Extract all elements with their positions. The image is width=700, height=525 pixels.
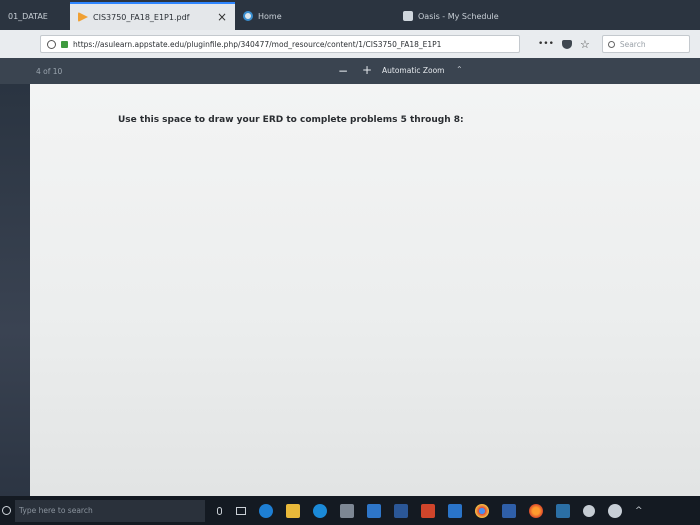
office-icon[interactable]: [421, 503, 435, 518]
chevron-up-icon[interactable]: ^: [635, 506, 643, 516]
tab-oasis[interactable]: Oasis - My Schedule: [395, 2, 700, 30]
url-text: https://asulearn.appstate.edu/pluginfile…: [73, 39, 442, 49]
taskbar-search-placeholder: Type here to search: [19, 506, 93, 515]
gear-icon[interactable]: [583, 504, 595, 517]
word-app-icon[interactable]: [502, 503, 516, 518]
oasis-tab-icon: [403, 11, 413, 21]
pdf-page: Use this space to draw your ERD to compl…: [30, 84, 700, 496]
pdf-toolbar: 4 of 10 − + Automatic Zoom ⌃: [0, 58, 700, 84]
more-icon[interactable]: •••: [538, 39, 554, 49]
pdf-viewer: Use this space to draw your ERD to compl…: [0, 84, 700, 496]
search-placeholder: Search: [619, 39, 646, 49]
word-icon[interactable]: [394, 503, 408, 518]
tab-pdf[interactable]: CIS3750_FA18_E1P1.pdf ×: [70, 2, 235, 30]
xbox-icon[interactable]: [608, 503, 622, 518]
info-icon[interactable]: [47, 39, 56, 49]
task-view-icon[interactable]: [236, 506, 246, 515]
tab-datae[interactable]: 01_DATAE: [0, 2, 70, 30]
star-icon[interactable]: ☆: [580, 38, 590, 51]
file-explorer-icon[interactable]: [286, 503, 300, 518]
search-icon: [607, 40, 615, 48]
mail-icon[interactable]: [367, 503, 381, 518]
chevron-down-icon[interactable]: ⌃: [456, 65, 463, 74]
zoom-select[interactable]: Automatic Zoom: [382, 66, 444, 75]
edge-icon[interactable]: [259, 503, 273, 518]
search-input[interactable]: Search: [601, 35, 690, 53]
powershell-icon[interactable]: [556, 503, 570, 518]
url-bar[interactable]: https://asulearn.appstate.edu/pluginfile…: [40, 35, 520, 53]
hp-icon[interactable]: [313, 503, 327, 518]
microphone-icon[interactable]: [217, 506, 222, 515]
pocket-icon[interactable]: [561, 39, 572, 49]
close-tab-icon[interactable]: ×: [217, 10, 227, 24]
page-indicator[interactable]: 4 of 10: [36, 67, 62, 76]
store-icon[interactable]: [340, 503, 354, 518]
chrome-icon[interactable]: [475, 503, 489, 518]
tab-label: CIS3750_FA18_E1P1.pdf: [93, 12, 190, 22]
cortana-icon[interactable]: [2, 506, 11, 515]
zoom-out-button[interactable]: −: [338, 64, 348, 78]
firefox-icon[interactable]: [529, 503, 543, 518]
tab-label: Oasis - My Schedule: [418, 11, 499, 21]
zoom-in-button[interactable]: +: [362, 63, 372, 77]
tab-label: 01_DATAE: [8, 11, 48, 21]
tab-label: Home: [258, 11, 282, 21]
windows-taskbar: Type here to search ^: [0, 496, 700, 525]
lock-icon: [61, 40, 68, 48]
pdf-tab-icon: [78, 12, 88, 22]
tab-strip: 01_DATAE CIS3750_FA18_E1P1.pdf × Home Oa…: [0, 0, 700, 30]
outlook-icon[interactable]: [448, 503, 462, 518]
nav-actions: ••• ☆: [538, 38, 590, 51]
taskbar-search-input[interactable]: Type here to search: [15, 499, 205, 522]
page-instruction: Use this space to draw your ERD to compl…: [118, 115, 464, 125]
viewer-sidebar: [0, 84, 30, 496]
home-tab-icon: [243, 11, 253, 21]
navigation-bar: https://asulearn.appstate.edu/pluginfile…: [0, 30, 700, 58]
tab-home[interactable]: Home: [235, 2, 395, 30]
